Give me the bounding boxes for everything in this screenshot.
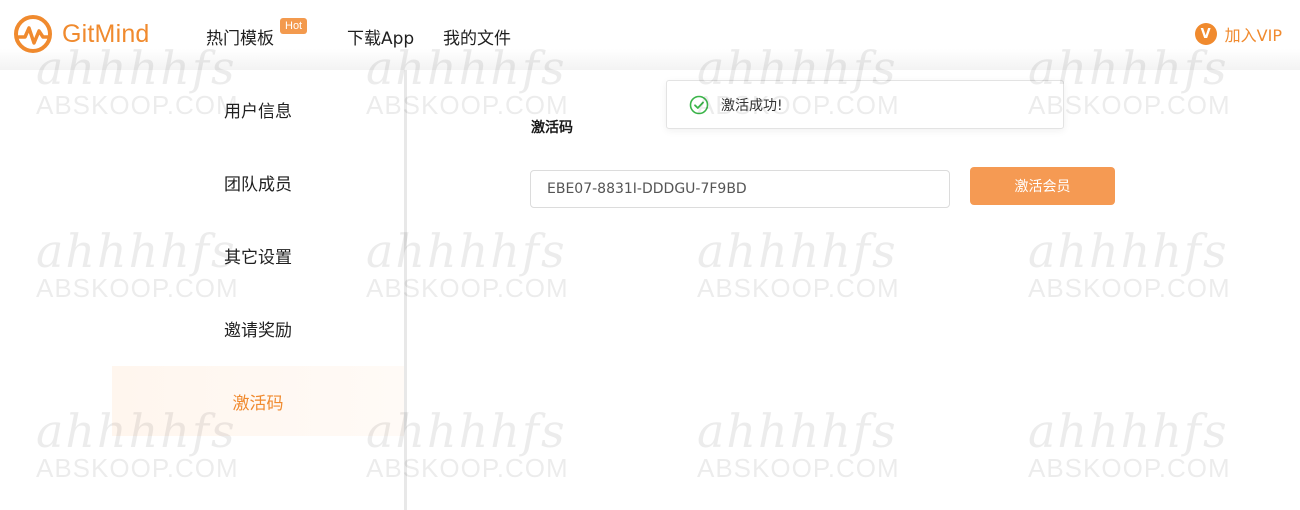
top-header: GitMind 热门模板 Hot 下载App 我的文件 V 加入VIP xyxy=(0,0,1300,70)
watermark: ahhhhfsABSKOOP.COM xyxy=(697,228,957,302)
watermark-text: ahhhhfs xyxy=(697,404,898,458)
watermark: ahhhhfsABSKOOP.COM xyxy=(1028,408,1288,482)
watermark-text: ABSKOOP.COM xyxy=(1028,273,1231,303)
sidebar-item-label: 团队成员 xyxy=(224,174,292,195)
sidebar-item-team-members[interactable]: 团队成员 xyxy=(112,147,404,217)
nav-download-app[interactable]: 下载App xyxy=(347,24,414,49)
nav-hot-templates[interactable]: 热门模板 xyxy=(206,24,274,49)
watermark-text: ahhhhfs xyxy=(1028,404,1229,458)
watermark-text: ABSKOOP.COM xyxy=(1028,90,1231,120)
toast-message: 激活成功! xyxy=(721,97,783,114)
sidebar-item-user-info[interactable]: 用户信息 xyxy=(112,74,404,144)
sidebar-item-other-settings[interactable]: 其它设置 xyxy=(112,220,404,290)
nav-my-files[interactable]: 我的文件 xyxy=(443,24,511,49)
watermark-text: ahhhhfs xyxy=(697,224,898,278)
watermark-text: ABSKOOP.COM xyxy=(697,273,900,303)
sidebar-item-label: 激活码 xyxy=(232,393,284,414)
watermark: ahhhhfsABSKOOP.COM xyxy=(1028,228,1288,302)
sidebar-item-label: 其它设置 xyxy=(224,247,292,268)
activate-membership-button[interactable]: 激活会员 xyxy=(970,167,1115,205)
gitmind-logo-icon xyxy=(14,15,52,53)
watermark-text: ahhhhfs xyxy=(1028,224,1229,278)
gitmind-logo[interactable]: GitMind xyxy=(12,12,150,56)
activation-code-input[interactable] xyxy=(530,170,950,208)
success-toast: 激活成功! xyxy=(666,80,1064,129)
sidebar-divider xyxy=(404,70,407,510)
sidebar-item-invite-rewards[interactable]: 邀请奖励 xyxy=(112,293,404,363)
vip-icon: V xyxy=(1194,23,1217,45)
watermark-text: ABSKOOP.COM xyxy=(1028,453,1231,483)
logo-text: GitMind xyxy=(62,19,150,48)
sidebar-item-label: 用户信息 xyxy=(224,101,292,122)
sidebar-item-activation-code[interactable]: 激活码 xyxy=(112,366,404,436)
join-vip-button[interactable]: V 加入VIP xyxy=(1194,22,1282,46)
check-circle-icon xyxy=(689,95,709,114)
sidebar-item-label: 邀请奖励 xyxy=(224,320,292,341)
hot-badge: Hot xyxy=(280,18,308,34)
watermark: ahhhhfsABSKOOP.COM xyxy=(697,408,957,482)
join-vip-label: 加入VIP xyxy=(1224,26,1282,45)
activation-code-label: 激活码 xyxy=(531,120,573,136)
watermark-text: ABSKOOP.COM xyxy=(697,453,900,483)
